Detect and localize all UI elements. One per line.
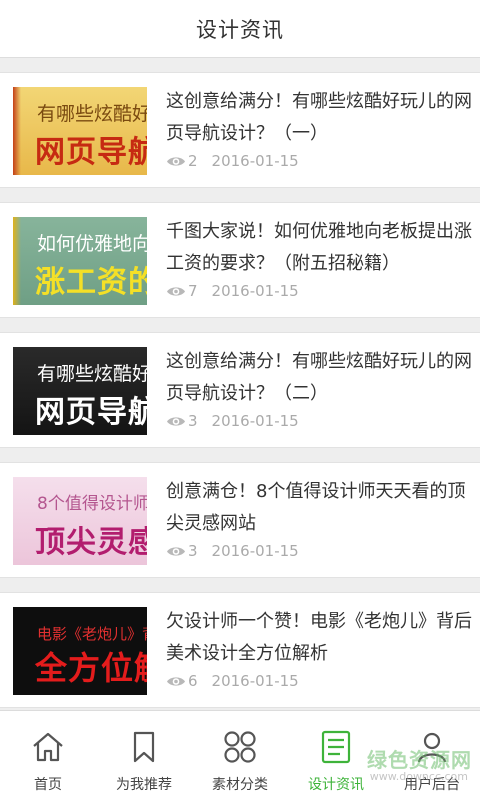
article-title[interactable]: 这创意给满分！有哪些炫酷好玩儿的网页导航设计？（二）	[166, 346, 472, 410]
tab-label: 设计资讯	[308, 777, 364, 793]
article-thumbnail[interactable]: 有哪些炫酷好 网页导航	[13, 347, 147, 435]
article-item[interactable]: 电影《老炮儿》背后 全方位解 欠设计师一个赞！电影《老炮儿》背后美术设计全方位解…	[0, 592, 480, 708]
article-item[interactable]: 如何优雅地向 涨工资的 千图大家说！如何优雅地向老板提出涨工资的要求？（附五招秘…	[0, 202, 480, 318]
grid-icon	[224, 731, 256, 763]
top-bar: 设计资讯	[0, 0, 480, 58]
article-date: 2016-01-15	[211, 412, 299, 430]
view-count: 6	[188, 672, 198, 690]
tab-label: 用户后台	[404, 777, 460, 793]
article-meta: 6 2016-01-15	[166, 671, 299, 691]
thumbnail-text-top: 有哪些炫酷好	[37, 363, 147, 385]
article-title[interactable]: 千图大家说！如何优雅地向老板提出涨工资的要求？（附五招秘籍）	[166, 216, 472, 280]
page-title: 设计资讯	[196, 17, 284, 42]
article-meta: 7 2016-01-15	[166, 281, 299, 301]
tab-label: 素材分类	[212, 777, 268, 793]
user-icon	[417, 732, 447, 763]
eye-icon	[167, 286, 185, 296]
view-count: 7	[188, 282, 198, 300]
tab-home[interactable]: 首页	[0, 711, 96, 800]
article-thumbnail[interactable]: 电影《老炮儿》背后 全方位解	[13, 607, 147, 695]
eye-icon	[167, 156, 185, 166]
news-icon	[321, 730, 351, 764]
bottom-tab-bar: 首页 为我推荐 素材分类 设计资讯 用户后台	[0, 710, 480, 800]
thumbnail-text-top: 有哪些炫酷好	[37, 103, 147, 125]
tab-label: 为我推荐	[116, 777, 172, 793]
thumbnail-text-bottom: 网页导航	[35, 135, 147, 170]
article-item[interactable]: 8个值得设计师天 顶尖灵感 创意满仓！8个值得设计师天天看的顶尖灵感网站 3 2…	[0, 462, 480, 578]
article-meta: 3 2016-01-15	[166, 411, 299, 431]
bookmark-icon	[133, 731, 155, 763]
article-item[interactable]: 有哪些炫酷好 网页导航 这创意给满分！有哪些炫酷好玩儿的网页导航设计？（二） 3…	[0, 332, 480, 448]
article-item[interactable]: 有哪些炫酷好 网页导航 这创意给满分！有哪些炫酷好玩儿的网页导航设计？（一） 2…	[0, 72, 480, 188]
article-list[interactable]: 有哪些炫酷好 网页导航 这创意给满分！有哪些炫酷好玩儿的网页导航设计？（一） 2…	[0, 72, 480, 722]
view-count: 3	[188, 412, 198, 430]
article-title[interactable]: 创意满仓！8个值得设计师天天看的顶尖灵感网站	[166, 476, 472, 540]
article-date: 2016-01-15	[211, 152, 299, 170]
thumbnail-text-bottom: 网页导航	[35, 395, 147, 430]
tab-categories[interactable]: 素材分类	[192, 711, 288, 800]
eye-icon	[167, 416, 185, 426]
article-title[interactable]: 这创意给满分！有哪些炫酷好玩儿的网页导航设计？（一）	[166, 86, 472, 150]
thumbnail-decoration	[13, 87, 21, 175]
article-meta: 3 2016-01-15	[166, 541, 299, 561]
thumbnail-text-top: 如何优雅地向	[37, 233, 147, 255]
eye-icon	[167, 546, 185, 556]
article-thumbnail[interactable]: 如何优雅地向 涨工资的	[13, 217, 147, 305]
tab-user[interactable]: 用户后台	[384, 711, 480, 800]
thumbnail-text-bottom: 涨工资的	[35, 265, 147, 300]
article-thumbnail[interactable]: 有哪些炫酷好 网页导航	[13, 87, 147, 175]
thumbnail-text-top: 8个值得设计师天	[37, 494, 147, 514]
view-count: 3	[188, 542, 198, 560]
article-thumbnail[interactable]: 8个值得设计师天 顶尖灵感	[13, 477, 147, 565]
tab-news[interactable]: 设计资讯	[288, 711, 384, 800]
thumbnail-text-bottom: 全方位解	[35, 649, 147, 687]
article-date: 2016-01-15	[211, 542, 299, 560]
article-meta: 2 2016-01-15	[166, 151, 299, 171]
article-date: 2016-01-15	[211, 672, 299, 690]
view-count: 2	[188, 152, 198, 170]
eye-icon	[167, 676, 185, 686]
tab-label: 首页	[34, 777, 62, 793]
thumbnail-text-bottom: 顶尖灵感	[35, 525, 147, 560]
thumbnail-text-top: 电影《老炮儿》背后	[37, 625, 147, 643]
article-date: 2016-01-15	[211, 282, 299, 300]
article-title[interactable]: 欠设计师一个赞！电影《老炮儿》背后美术设计全方位解析	[166, 606, 472, 670]
home-icon	[33, 732, 63, 762]
thumbnail-decoration	[13, 217, 21, 305]
tab-recommend[interactable]: 为我推荐	[96, 711, 192, 800]
